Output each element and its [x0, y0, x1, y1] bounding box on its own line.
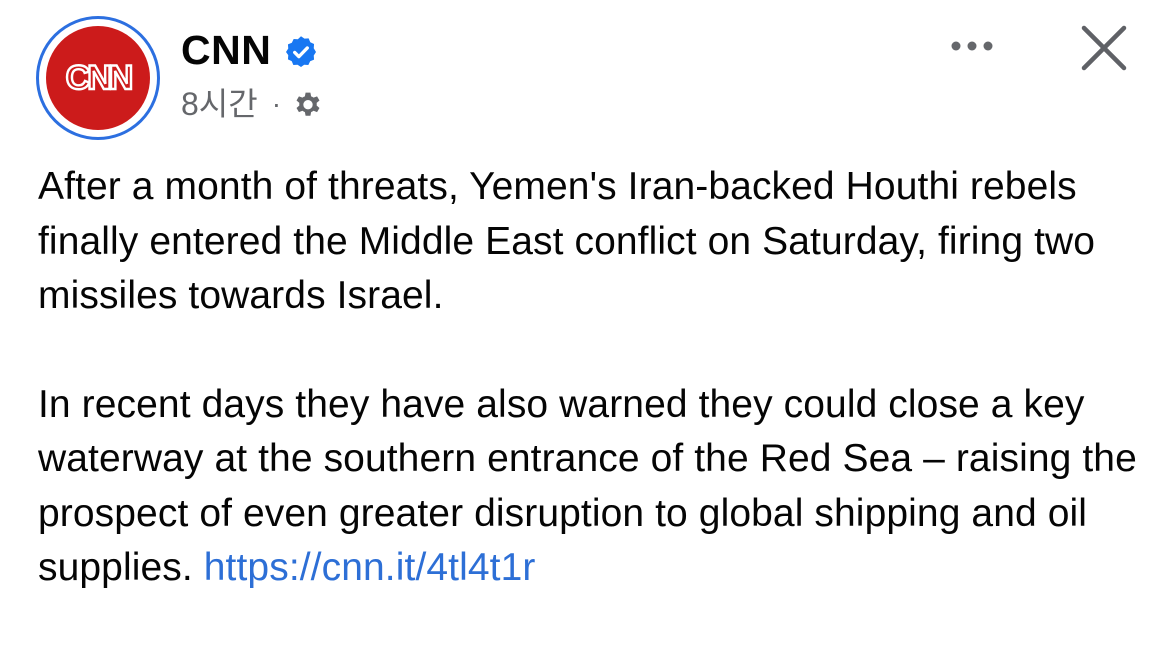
verified-badge-icon	[283, 32, 319, 68]
page-name-row: CNN	[181, 26, 319, 74]
more-options-icon[interactable]	[940, 28, 1004, 64]
post-card: CNN CNN 8시간 · After a month of threats, …	[0, 0, 1170, 671]
meta-separator: ·	[271, 88, 282, 119]
gear-icon	[291, 87, 325, 121]
post-body: After a month of threats, Yemen's Iran-b…	[38, 160, 1148, 596]
cnn-logo-mark: CNN	[64, 58, 136, 98]
post-paragraph-1: After a month of threats, Yemen's Iran-b…	[38, 165, 1096, 317]
post-link[interactable]: https://cnn.it/4tl4t1r	[204, 546, 536, 589]
page-avatar[interactable]: CNN	[36, 16, 160, 140]
page-name[interactable]: CNN	[181, 26, 271, 74]
post-paragraph-2: In recent days they have also warned the…	[38, 378, 1148, 596]
cnn-logo: CNN	[46, 26, 150, 130]
svg-text:CNN: CNN	[66, 59, 132, 97]
post-meta: 8시간 ·	[181, 84, 325, 124]
close-icon[interactable]	[1076, 20, 1132, 76]
post-timestamp[interactable]: 8시간	[181, 84, 258, 124]
